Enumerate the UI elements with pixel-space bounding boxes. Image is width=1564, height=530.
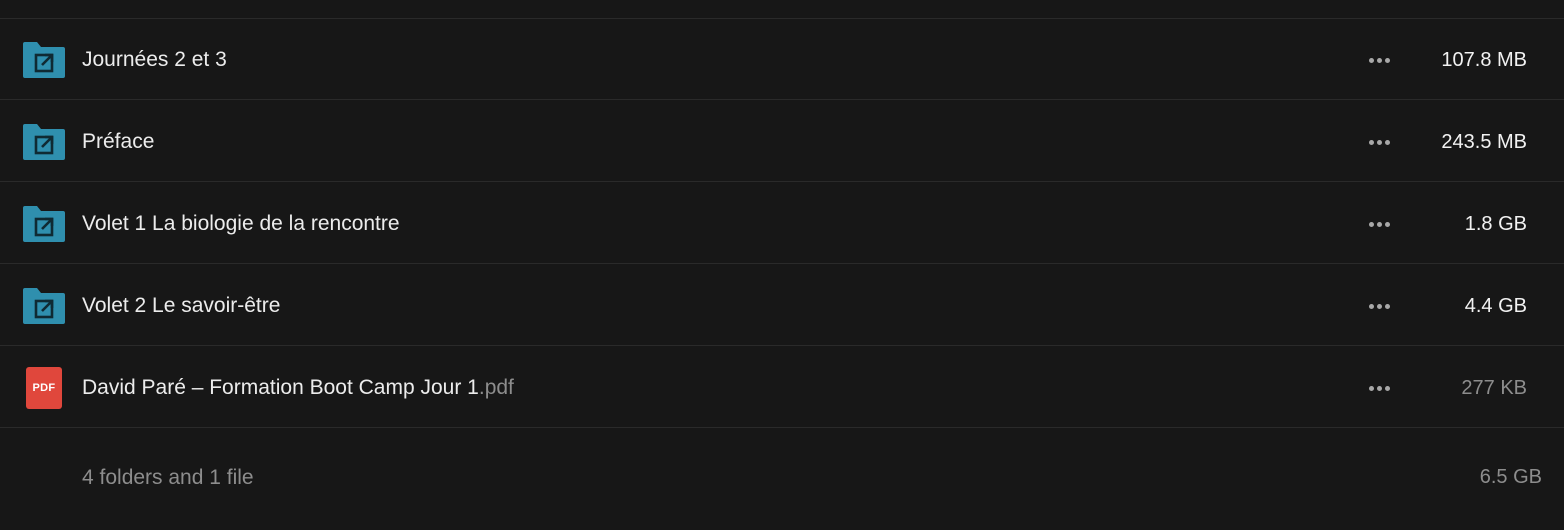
item-name[interactable]: Préface	[82, 129, 154, 155]
pdf-file-icon: PDF	[26, 367, 62, 409]
list-item-folder[interactable]: Préface 243.5 MB	[0, 101, 1564, 182]
more-options-icon[interactable]	[1362, 49, 1396, 71]
item-name[interactable]: Volet 1 La biologie de la rencontre	[82, 211, 400, 237]
item-size: 4.4 GB	[1464, 295, 1527, 317]
shared-folder-icon	[22, 123, 66, 161]
item-size: 1.8 GB	[1464, 213, 1527, 235]
item-name[interactable]: David Paré – Formation Boot Camp Jour 1.…	[82, 375, 514, 401]
shared-folder-icon	[22, 287, 66, 325]
item-size: 107.8 MB	[1441, 49, 1527, 71]
list-footer: 4 folders and 1 file 6.5 GB	[0, 429, 1564, 530]
item-size: 277 KB	[1461, 377, 1527, 399]
list-item-file[interactable]: PDF David Paré – Formation Boot Camp Jou…	[0, 347, 1564, 428]
total-size: 6.5 GB	[1479, 466, 1542, 488]
item-name[interactable]: Journées 2 et 3	[82, 47, 227, 73]
item-name[interactable]: Volet 2 Le savoir-être	[82, 293, 280, 319]
more-options-icon[interactable]	[1362, 213, 1396, 235]
list-item-folder[interactable]: Volet 1 La biologie de la rencontre 1.8 …	[0, 183, 1564, 264]
file-list: Journées 2 et 3 107.8 MB Préface 243.5 M…	[0, 0, 1564, 530]
more-options-icon[interactable]	[1362, 131, 1396, 153]
more-options-icon[interactable]	[1362, 295, 1396, 317]
file-extension: .pdf	[478, 376, 514, 399]
shared-folder-icon	[22, 205, 66, 243]
list-item-folder[interactable]: Volet 2 Le savoir-être 4.4 GB	[0, 265, 1564, 346]
shared-folder-icon	[22, 41, 66, 79]
more-options-icon[interactable]	[1362, 377, 1396, 399]
list-item-folder[interactable]: Journées 2 et 3 107.8 MB	[0, 19, 1564, 100]
item-size: 243.5 MB	[1441, 131, 1527, 153]
item-count-summary: 4 folders and 1 file	[82, 466, 254, 489]
